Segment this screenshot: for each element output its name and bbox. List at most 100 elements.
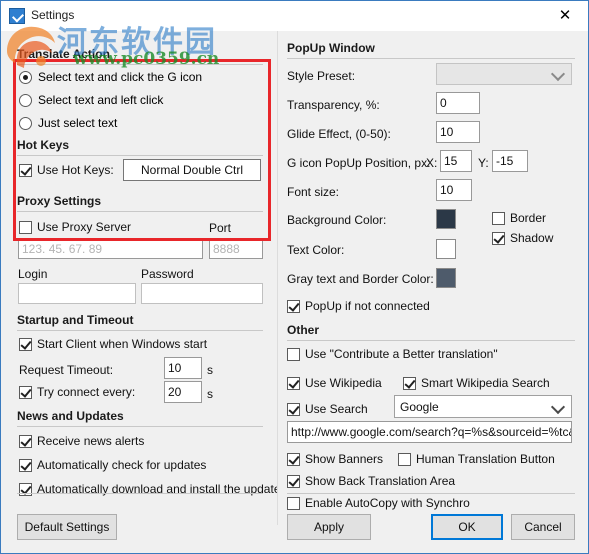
checkbox-mark-icon bbox=[492, 211, 505, 225]
checkbox-mark-icon bbox=[403, 376, 416, 390]
window-title: Settings bbox=[31, 8, 75, 22]
checkbox-label: Receive news alerts bbox=[37, 434, 145, 448]
checkbox-use-hot-keys[interactable]: Use Hot Keys: bbox=[19, 163, 114, 177]
checkbox-label: Human Translation Button bbox=[416, 452, 555, 466]
checkbox-human-translation-button[interactable]: Human Translation Button bbox=[398, 452, 555, 466]
footer-divider-right bbox=[287, 493, 575, 494]
gicon-x-input[interactable]: 15 bbox=[440, 150, 472, 172]
gicon-y-input[interactable]: -15 bbox=[492, 150, 528, 172]
proxy-login-input[interactable] bbox=[18, 283, 136, 304]
try-connect-interval-input[interactable]: 20 bbox=[164, 381, 202, 403]
hotkey-value-field[interactable]: Normal Double Ctrl bbox=[123, 159, 261, 181]
checkbox-show-back-translation-area[interactable]: Show Back Translation Area bbox=[287, 474, 455, 488]
glide-effect-label: Glide Effect, (0-50): bbox=[287, 127, 391, 141]
text-color-swatch[interactable] bbox=[436, 239, 456, 259]
proxy-port-label: Port bbox=[209, 221, 232, 235]
checkbox-mark-icon bbox=[19, 337, 32, 351]
checkbox-smart-wikipedia-search[interactable]: Smart Wikipedia Search bbox=[403, 376, 550, 390]
checkbox-mark-icon bbox=[398, 452, 411, 466]
search-url-input[interactable]: http://www.google.com/search?q=%s&source… bbox=[287, 421, 572, 443]
checkbox-receive-news-alerts[interactable]: Receive news alerts bbox=[19, 434, 144, 448]
style-preset-dropdown[interactable] bbox=[436, 63, 572, 85]
gicon-popup-position-label: G icon PopUp Position, px: bbox=[287, 156, 431, 170]
chevron-down-icon bbox=[550, 66, 566, 82]
proxy-password-input[interactable] bbox=[141, 283, 263, 304]
proxy-login-label: Login bbox=[18, 267, 48, 281]
glide-effect-input[interactable]: 10 bbox=[436, 121, 480, 143]
proxy-server-input[interactable]: 123. 45. 67. 89 bbox=[18, 238, 203, 259]
radio-label: Select text and left click bbox=[38, 93, 164, 107]
cancel-button[interactable]: Cancel bbox=[511, 514, 575, 540]
radio-mark-icon bbox=[19, 70, 32, 84]
checkbox-enable-autocopy-synchro[interactable]: Enable AutoCopy with Synchro bbox=[287, 496, 470, 510]
checkbox-mark-icon bbox=[287, 496, 300, 510]
left-pane: Translate Action Select text and click t… bbox=[1, 31, 281, 525]
checkbox-start-client-on-windows-start[interactable]: Start Client when Windows start bbox=[19, 337, 207, 351]
checkbox-mark-icon bbox=[19, 385, 32, 399]
gray-text-border-color-swatch[interactable] bbox=[436, 268, 456, 288]
title-bar: Settings ✕ bbox=[1, 1, 588, 32]
checkbox-shadow[interactable]: Shadow bbox=[492, 231, 553, 245]
radio-just-select-text[interactable]: Just select text bbox=[19, 116, 117, 130]
proxy-settings-heading: Proxy Settings bbox=[17, 194, 102, 208]
checkbox-label: Use "Contribute a Better translation" bbox=[305, 347, 498, 361]
font-size-label: Font size: bbox=[287, 185, 340, 199]
checkbox-mark-icon bbox=[287, 376, 300, 390]
checkbox-label: Use Search bbox=[305, 402, 368, 416]
checkbox-mark-icon bbox=[287, 402, 300, 416]
checkbox-contribute-better-translation[interactable]: Use "Contribute a Better translation" bbox=[287, 347, 498, 361]
checkbox-mark-icon bbox=[19, 434, 32, 448]
checkbox-mark-icon bbox=[287, 299, 300, 313]
checkbox-label: Show Banners bbox=[305, 452, 384, 466]
checkbox-label: Show Back Translation Area bbox=[305, 474, 456, 488]
proxy-port-input[interactable]: 8888 bbox=[209, 238, 263, 259]
startup-timeout-heading: Startup and Timeout bbox=[17, 313, 134, 327]
style-preset-label: Style Preset: bbox=[287, 69, 356, 83]
request-timeout-input[interactable]: 10 bbox=[164, 357, 202, 379]
checkbox-label: Shadow bbox=[510, 231, 554, 245]
ok-button[interactable]: OK bbox=[431, 514, 503, 540]
apply-button[interactable]: Apply bbox=[287, 514, 371, 540]
checkbox-mark-icon bbox=[19, 220, 32, 234]
translate-action-rule bbox=[17, 64, 263, 65]
checkbox-try-connect-every[interactable]: Try connect every: bbox=[19, 385, 135, 399]
radio-mark-icon bbox=[19, 116, 32, 130]
checkbox-label: Enable AutoCopy with Synchro bbox=[305, 496, 470, 510]
radio-select-text-left-click[interactable]: Select text and left click bbox=[19, 93, 163, 107]
right-pane: PopUp Window Style Preset: Transparency,… bbox=[278, 31, 588, 525]
try-connect-unit: s bbox=[207, 387, 213, 401]
search-engine-dropdown[interactable]: Google bbox=[394, 395, 572, 418]
checkbox-mark-icon bbox=[287, 474, 300, 488]
checkbox-popup-if-not-connected[interactable]: PopUp if not connected bbox=[287, 299, 430, 313]
default-settings-button[interactable]: Default Settings bbox=[17, 514, 117, 540]
checkbox-mark-icon bbox=[287, 452, 300, 466]
checkbox-label: Use Wikipedia bbox=[305, 376, 382, 390]
proxy-settings-rule bbox=[17, 211, 263, 212]
translate-action-heading: Translate Action bbox=[17, 47, 110, 61]
radio-select-text-click-g-icon[interactable]: Select text and click the G icon bbox=[19, 70, 202, 84]
background-color-label: Background Color: bbox=[287, 213, 387, 227]
gicon-x-label: X: bbox=[426, 156, 438, 170]
other-rule bbox=[287, 340, 575, 341]
checkbox-label: Start Client when Windows start bbox=[37, 337, 208, 351]
close-icon[interactable]: ✕ bbox=[542, 1, 588, 30]
text-color-label: Text Color: bbox=[287, 243, 345, 257]
checkbox-use-search[interactable]: Use Search bbox=[287, 402, 368, 416]
search-engine-value: Google bbox=[400, 399, 439, 414]
checkbox-border[interactable]: Border bbox=[492, 211, 546, 225]
checkbox-auto-check-updates[interactable]: Automatically check for updates bbox=[19, 458, 206, 472]
checkbox-use-proxy-server[interactable]: Use Proxy Server bbox=[19, 220, 131, 234]
settings-app-icon bbox=[9, 8, 25, 24]
hot-keys-heading: Hot Keys bbox=[17, 138, 70, 152]
checkbox-use-wikipedia[interactable]: Use Wikipedia bbox=[287, 376, 382, 390]
other-heading: Other bbox=[287, 323, 320, 337]
background-color-swatch[interactable] bbox=[436, 209, 456, 229]
chevron-down-icon bbox=[550, 399, 566, 414]
font-size-input[interactable]: 10 bbox=[436, 179, 472, 201]
checkbox-show-banners[interactable]: Show Banners bbox=[287, 452, 383, 466]
footer-bar: Default Settings Apply OK Cancel bbox=[1, 514, 588, 553]
transparency-input[interactable]: 0 bbox=[436, 92, 480, 114]
popup-window-rule bbox=[287, 58, 575, 59]
radio-mark-icon bbox=[19, 93, 32, 107]
hot-keys-rule bbox=[17, 155, 263, 156]
